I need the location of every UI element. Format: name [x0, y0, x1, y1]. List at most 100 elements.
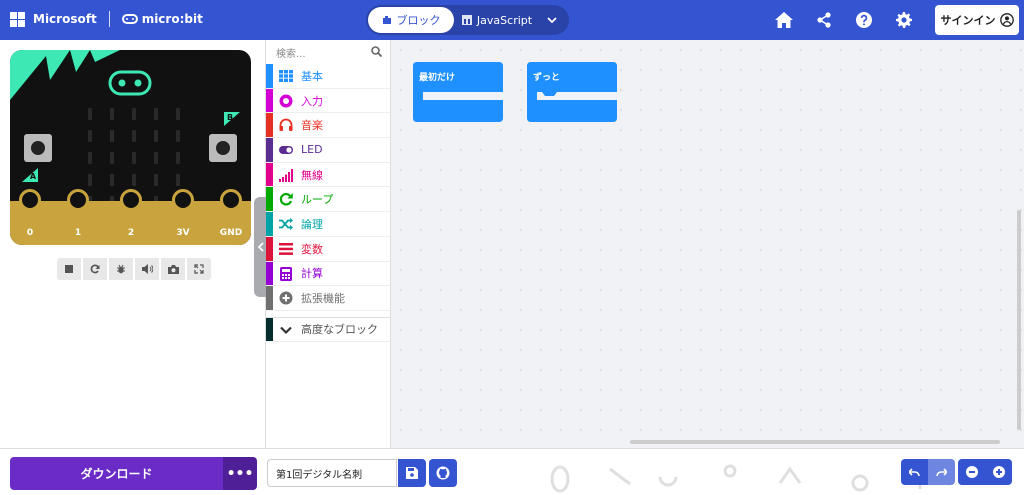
settings-button[interactable] — [894, 10, 914, 30]
save-button[interactable] — [398, 459, 426, 487]
zoom-out-button[interactable] — [958, 459, 985, 485]
pin-label: 1 — [74, 228, 82, 238]
brand-divider — [108, 11, 110, 27]
button-b[interactable] — [209, 134, 237, 162]
category-label: 拡張機能 — [301, 292, 345, 306]
forever-block[interactable]: ずっと — [527, 62, 617, 126]
more-label: ••• — [226, 465, 254, 482]
pin-2[interactable] — [120, 189, 142, 227]
grid-icon — [279, 70, 293, 82]
corner-decoration — [10, 50, 120, 100]
tab-javascript[interactable]: JavaScript — [454, 7, 540, 33]
category-label: 論理 — [301, 217, 323, 231]
debug-button[interactable] — [109, 258, 133, 280]
undo-button[interactable] — [901, 459, 928, 485]
category-input[interactable]: 入力 — [266, 88, 390, 114]
toolbox: 検索... 基本 入力 音楽 LED 無線 ループ 論理 変数 計算 拡張機能 … — [266, 40, 391, 448]
github-button[interactable] — [429, 459, 457, 487]
download-button[interactable]: ダウンロード — [10, 457, 223, 490]
category-label: LED — [301, 143, 323, 157]
download-more-button[interactable]: ••• — [223, 457, 257, 490]
category-led[interactable]: LED — [266, 138, 390, 163]
category-color-bar — [266, 138, 273, 162]
category-loops[interactable]: ループ — [266, 187, 390, 213]
restart-icon — [90, 264, 100, 274]
blocks-workspace[interactable]: 最初だけ ずっと — [391, 40, 1024, 448]
chevron-down-icon — [547, 17, 557, 23]
microsoft-logo-icon — [10, 11, 25, 27]
mute-button[interactable] — [135, 258, 159, 280]
category-label: 入力 — [301, 94, 323, 108]
button-b-label: B — [226, 113, 234, 122]
vertical-scrollbar[interactable] — [1017, 210, 1021, 430]
button-a-label: A — [29, 172, 37, 181]
category-color-bar — [266, 88, 273, 113]
search-placeholder: 検索... — [276, 48, 306, 60]
home-icon — [775, 12, 793, 28]
help-icon — [856, 12, 872, 28]
pin-3v — [172, 189, 194, 227]
pin-label: 2 — [127, 228, 135, 238]
toolbox-search-input[interactable]: 検索... — [266, 40, 390, 64]
pin-label: GND — [219, 228, 243, 238]
category-advanced[interactable]: 高度なブロック — [266, 316, 390, 342]
gear-icon — [896, 12, 912, 28]
bug-icon — [117, 264, 125, 274]
pin-label: 3V — [176, 228, 190, 238]
restart-button[interactable] — [83, 258, 107, 280]
toggle-icon — [279, 146, 293, 155]
category-logic[interactable]: 論理 — [266, 212, 390, 237]
input-icon — [279, 94, 293, 108]
category-variables[interactable]: 変数 — [266, 236, 390, 262]
signal-icon — [279, 168, 293, 182]
microbit-badge-icon — [121, 14, 138, 24]
stop-icon — [65, 265, 73, 273]
edge-connector: 0 1 2 3V GND — [10, 189, 251, 245]
category-color-bar — [266, 64, 273, 88]
home-button[interactable] — [774, 10, 794, 30]
category-color-bar — [266, 261, 273, 286]
category-color-bar — [266, 286, 273, 310]
save-icon — [406, 467, 418, 479]
signin-button[interactable]: サインイン — [935, 5, 1019, 35]
pin-1[interactable] — [67, 189, 89, 227]
zoom-in-button[interactable] — [985, 459, 1012, 485]
fullscreen-button[interactable] — [187, 258, 211, 280]
category-color-bar — [266, 212, 273, 236]
tab-blocks[interactable]: ブロック — [368, 7, 454, 33]
microbit-simulator[interactable]: A B 0 1 2 3V GND — [10, 50, 251, 245]
logo-touch-icon[interactable] — [108, 70, 152, 96]
share-button[interactable] — [814, 10, 834, 30]
help-button[interactable] — [854, 10, 874, 30]
category-extensions[interactable]: 拡張機能 — [266, 286, 390, 311]
tab-javascript-label: JavaScript — [476, 13, 533, 27]
chevron-left-icon — [257, 242, 264, 252]
on-start-block[interactable]: 最初だけ — [413, 62, 503, 126]
editor-footer: ダウンロード ••• — [0, 448, 1024, 495]
project-name-input[interactable] — [267, 459, 397, 487]
chevron-down-icon — [280, 326, 292, 334]
shuffle-icon — [279, 218, 293, 231]
category-math[interactable]: 計算 — [266, 261, 390, 287]
horizontal-scrollbar[interactable] — [630, 440, 1000, 444]
category-label: 音楽 — [301, 119, 323, 133]
stop-button[interactable] — [57, 258, 81, 280]
calculator-icon — [280, 266, 292, 281]
category-label: 計算 — [301, 267, 323, 281]
simulator-toolbar — [57, 258, 211, 280]
pin-gnd — [220, 189, 242, 227]
redo-button[interactable] — [928, 459, 955, 485]
microbit-logo: micro:bit — [121, 12, 203, 26]
brand-microsoft-label: Microsoft — [33, 12, 97, 26]
category-color-bar — [266, 162, 273, 187]
language-dropdown[interactable] — [540, 7, 564, 33]
pin-0[interactable] — [19, 189, 41, 227]
button-a[interactable] — [24, 134, 52, 162]
category-basic[interactable]: 基本 — [266, 64, 390, 89]
brand[interactable]: Microsoft micro:bit — [10, 11, 203, 27]
screenshot-button[interactable] — [161, 258, 185, 280]
camera-icon — [167, 264, 179, 274]
category-radio[interactable]: 無線 — [266, 162, 390, 188]
editor-mode-toggle: ブロック JavaScript — [366, 5, 569, 35]
category-music[interactable]: 音楽 — [266, 113, 390, 139]
